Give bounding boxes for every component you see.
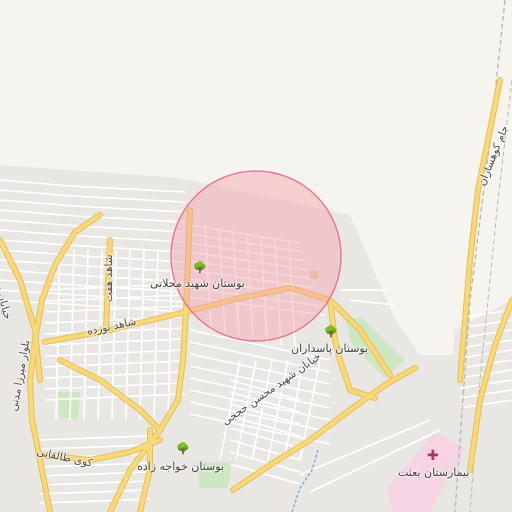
map-canvas[interactable]: بوستان شهید محلاتی 🌳 بوستان پاسداران 🌳 ب…: [0, 0, 512, 512]
label-park-khajeh-zadeh: بوستان خواجه زاده: [137, 460, 224, 473]
tree-icon: 🌳: [193, 261, 207, 274]
tree-icon: 🌳: [176, 442, 190, 455]
label-street-shahed-ekhteh: شاهد هفت: [103, 254, 115, 302]
tree-icon: 🌳: [324, 325, 338, 338]
map-base-layer: [0, 0, 512, 512]
label-park-shahid-mahallati: بوستان شهید محلاتی: [150, 277, 245, 290]
search-radius-circle: [170, 170, 342, 342]
hospital-cross-icon: ✚: [427, 448, 439, 464]
label-hospital-besat: بیمارستان بعثت: [398, 466, 470, 479]
park-area-west: [58, 392, 80, 420]
label-park-pasdaran: بوستان پاسداران: [291, 342, 369, 355]
